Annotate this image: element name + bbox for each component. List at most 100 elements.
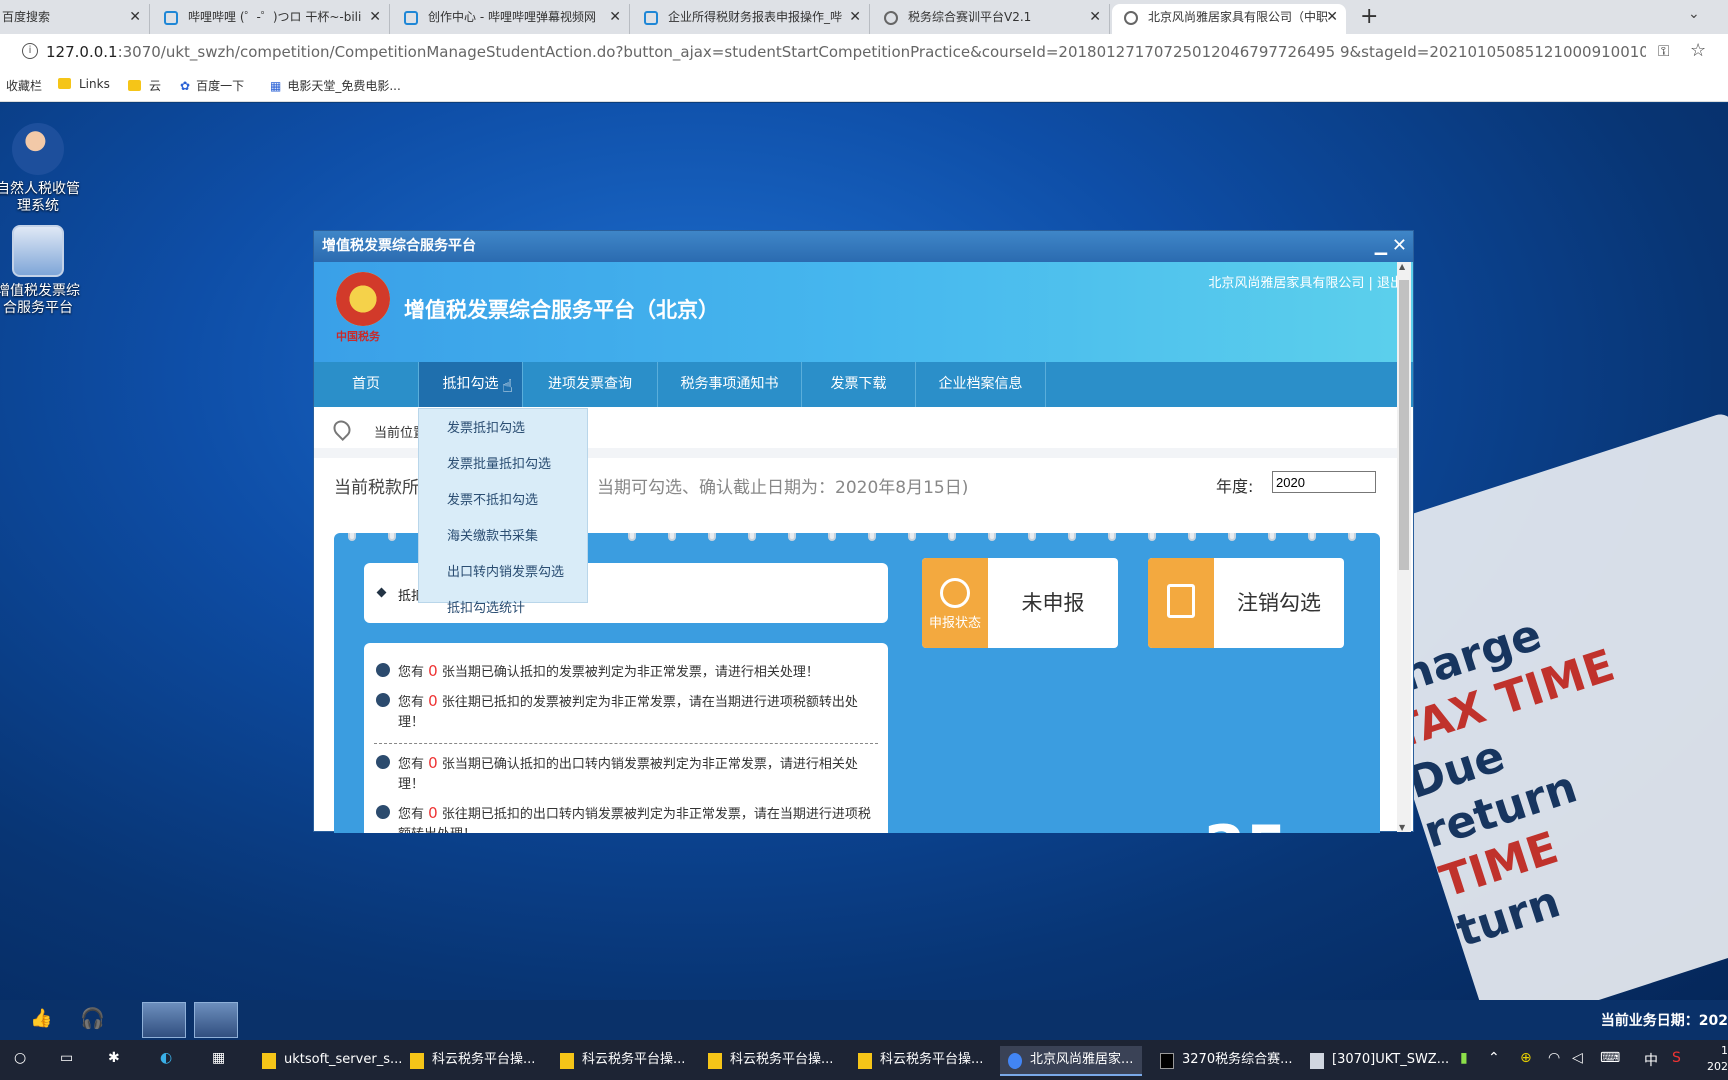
menu-item-invoice-deduction-check[interactable]: 发票抵扣勾选 [447, 417, 525, 436]
ime-indicator[interactable]: 中 [1644, 1050, 1658, 1070]
nav-input-invoice-query[interactable]: 进项发票查询 [523, 362, 658, 407]
close-icon[interactable]: ✕ [129, 4, 141, 30]
notice-pre: 您有 [398, 757, 425, 772]
user-tax-icon [12, 123, 64, 175]
chevron-up-icon[interactable]: ⌃ [1488, 1050, 1500, 1066]
url-host: 127.0.0.1 [46, 43, 118, 61]
user-logout-link[interactable]: 北京风尚雅居家具有限公司 | 退出 [1208, 272, 1403, 291]
deduction-dropdown-menu: 发票抵扣勾选 发票批量抵扣勾选 发票不抵扣勾选 海关缴款书采集 出口转内销发票勾… [418, 408, 588, 616]
taskbar-item[interactable]: 科云税务平台操... [850, 1046, 988, 1076]
nav-home[interactable]: 首页 [314, 362, 419, 407]
task-view-icon[interactable]: ▭ [60, 1050, 73, 1066]
close-icon[interactable]: ✕ [609, 4, 621, 30]
tax-app-icon[interactable] [194, 1002, 238, 1038]
menu-item-non-deduction-check[interactable]: 发票不抵扣勾选 [447, 489, 538, 508]
battery-icon[interactable]: ▮ [1460, 1050, 1468, 1066]
platform-header: 中国税务 增值税发票综合服务平台（北京） 北京风尚雅居家具有限公司 | 退出 [314, 262, 1413, 362]
calendar-app-icon[interactable] [142, 1002, 186, 1038]
taskbar-item-ukt[interactable]: [3070]UKT_SWZ... [1302, 1046, 1449, 1076]
emblem-caption: 中国税务 [336, 330, 380, 343]
info-icon[interactable]: i [22, 43, 38, 59]
binder-ring [628, 533, 636, 541]
tab-title: 北京风尚雅居家具有限公司（中职 [1148, 10, 1329, 24]
bookmark-baidu[interactable]: ✿ 百度一下 [180, 77, 244, 94]
binder-ring [388, 533, 396, 541]
taskbar-item[interactable]: 科云税务平台操... [552, 1046, 690, 1076]
close-icon[interactable]: ✕ [1089, 4, 1101, 30]
tab-tax-training-platform[interactable]: 税务综合赛训平台V2.1 ✕ [872, 4, 1110, 34]
menu-item-export-to-domestic[interactable]: 出口转内销发票勾选 [447, 561, 564, 580]
taskbar-item-label: 科云税务平台操... [582, 1052, 686, 1067]
taskbar-item-label: uktsoft_server_s... [284, 1052, 403, 1067]
menu-item-batch-deduction-check[interactable]: 发票批量抵扣勾选 [447, 453, 551, 472]
taskbar-item[interactable]: 科云税务平台操... [700, 1046, 838, 1076]
nav-tax-notice[interactable]: 税务事项通知书 [658, 362, 802, 407]
close-icon[interactable]: ✕ [1326, 4, 1338, 30]
calculator-icon[interactable]: ▦ [212, 1050, 225, 1066]
scroll-down-icon[interactable]: ▼ [1399, 823, 1405, 832]
tab-search-chevron-icon[interactable]: ⌄ [1688, 6, 1700, 22]
binder-ring [1108, 533, 1116, 541]
terminal-icon [1160, 1053, 1174, 1069]
platform-title: 增值税发票综合服务平台（北京） [404, 298, 719, 322]
scrollbar-thumb[interactable] [1399, 280, 1409, 570]
binder-ring [1188, 533, 1196, 541]
tab-bilibili-creator[interactable]: 创作中心 - 哔哩哔哩弹幕视频网 ✕ [392, 4, 630, 34]
tab-bilibili[interactable]: 哔哩哔哩 (゜-゜)つロ 干杯~-bili ✕ [152, 4, 390, 34]
notice-item: 您有 0 张往期已抵扣的出口转内销发票被判定为非正常发票，请在当期进行进项税额转… [376, 803, 878, 833]
nav-company-profile[interactable]: 企业档案信息 [916, 362, 1046, 407]
diamond-bullet-icon [376, 587, 387, 598]
desktop-icon-natural-person-tax[interactable]: 自然人税收管理系统 [0, 123, 82, 215]
bookmark-links[interactable]: Links [58, 77, 110, 91]
menu-item-customs-collection[interactable]: 海关缴款书采集 [447, 525, 538, 544]
taskbar-item-chrome[interactable]: 北京风尚雅居家... [1000, 1046, 1142, 1076]
close-icon[interactable]: ✕ [369, 4, 381, 30]
sogou-icon[interactable]: S [1672, 1050, 1681, 1066]
key-icon[interactable]: ⚿ [1658, 42, 1669, 60]
folder-icon [858, 1053, 872, 1069]
edge-icon[interactable]: ◐ [160, 1050, 172, 1066]
app-icon[interactable]: ✱ [108, 1050, 120, 1066]
minimize-icon[interactable]: ▁ [1375, 231, 1387, 261]
tab-baidu-search[interactable]: 百度搜索 ✕ [0, 4, 150, 34]
search-circle-icon[interactable]: ○ [14, 1050, 26, 1066]
binder-ring [1228, 533, 1236, 541]
declare-status-value: 未申报 [1021, 591, 1085, 615]
taskbar-item-label: 3270税务综合赛... [1182, 1052, 1293, 1067]
wifi-icon[interactable]: ◠ [1548, 1050, 1560, 1066]
desktop-icon-vat-platform[interactable]: 增值税发票综合服务平台 [0, 225, 82, 317]
speaker-icon[interactable]: ◁ [1572, 1050, 1583, 1066]
bell-icon [376, 663, 390, 677]
keyboard-icon[interactable]: ⌨ [1600, 1050, 1620, 1066]
close-icon[interactable]: ✕ [849, 4, 861, 30]
window-scrollbar[interactable]: ▲ ▼ [1397, 262, 1411, 832]
plus-circle-icon[interactable]: ⊕ [1520, 1050, 1532, 1066]
close-icon[interactable]: ✕ [1392, 231, 1407, 261]
system-clock[interactable]: 1 202 [1707, 1043, 1728, 1075]
bookmark-favorites[interactable]: 收藏栏 [6, 77, 42, 94]
nav-invoice-download[interactable]: 发票下载 [802, 362, 916, 407]
menu-item-deduction-statistics[interactable]: 抵扣勾选统计 [447, 597, 525, 616]
headset-icon[interactable]: 🎧 [80, 1006, 105, 1030]
taskbar-item-console[interactable]: 3270税务综合赛... [1152, 1046, 1294, 1076]
year-input[interactable] [1272, 471, 1376, 493]
binder-ring [988, 533, 996, 541]
bookmark-cloud[interactable]: 云 [128, 77, 161, 94]
tab-tax-report-tutorial[interactable]: 企业所得税财务报表申报操作_哔 ✕ [632, 4, 870, 34]
bell-icon [376, 693, 390, 707]
bookmark-label: Links [79, 77, 110, 91]
url-field[interactable]: 127.0.0.1:3070/ukt_swzh/competition/Comp… [46, 43, 1646, 61]
period-prefix: 当前税款所 [334, 478, 419, 498]
star-icon[interactable]: ☆ [1690, 40, 1706, 61]
binder-ring [668, 533, 676, 541]
window-title-bar[interactable]: 增值税发票综合服务平台 ▁ ✕ [314, 231, 1413, 262]
taskbar-item[interactable]: uktsoft_server_s... [254, 1046, 402, 1076]
bookmark-movies[interactable]: ▦ 电影天堂_免费电影... [270, 77, 401, 94]
tab-active-company[interactable]: 北京风尚雅居家具有限公司（中职 ✕ [1112, 4, 1346, 34]
cancel-check-button[interactable]: 注销勾选 [1148, 558, 1344, 648]
thumbs-up-icon[interactable]: 👍 [30, 1008, 52, 1029]
taskbar-item[interactable]: 科云税务平台操... [402, 1046, 540, 1076]
taskbar-item-label: [3070]UKT_SWZ... [1332, 1052, 1450, 1067]
scroll-up-icon[interactable]: ▲ [1399, 262, 1405, 271]
new-tab-button[interactable]: + [1360, 4, 1378, 30]
